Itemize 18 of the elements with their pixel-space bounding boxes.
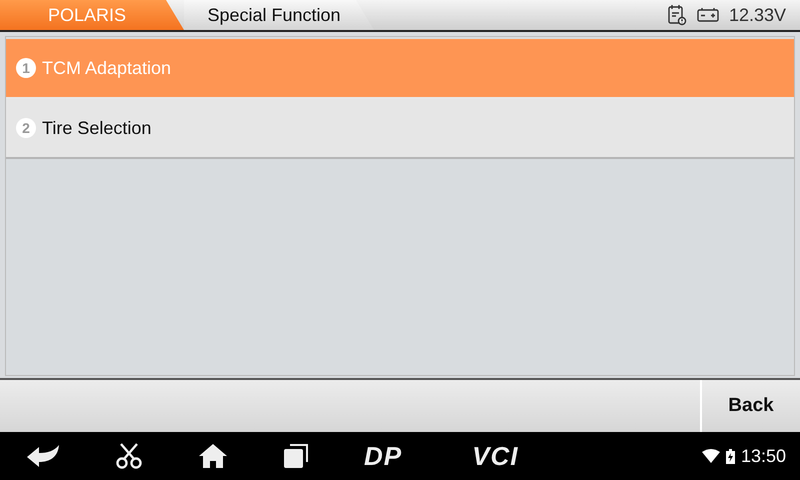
menu-item-label: TCM Adaptation	[42, 58, 172, 78]
menu-item[interactable]: 2 Tire Selection	[6, 99, 794, 159]
logo-text[interactable]: VCI	[472, 440, 518, 472]
number-badge: 2	[16, 118, 36, 138]
battery-icon	[696, 7, 719, 23]
calendar-alert-icon	[666, 4, 687, 26]
breadcrumb-tab[interactable]: Special Function	[184, 0, 374, 30]
number-badge: 1	[16, 58, 36, 78]
back-icon[interactable]	[26, 444, 60, 468]
recent-apps-icon[interactable]	[283, 443, 309, 469]
battery-charging-icon	[726, 448, 735, 464]
menu-item-label: Tire Selection	[42, 118, 152, 138]
home-icon[interactable]	[198, 443, 228, 469]
voltage-reading: 12.33V	[728, 4, 786, 26]
clock-time: 13:50	[740, 446, 786, 466]
logo-text[interactable]: DP	[364, 440, 402, 472]
scissors-icon[interactable]	[115, 443, 143, 469]
wifi-icon	[702, 449, 720, 463]
